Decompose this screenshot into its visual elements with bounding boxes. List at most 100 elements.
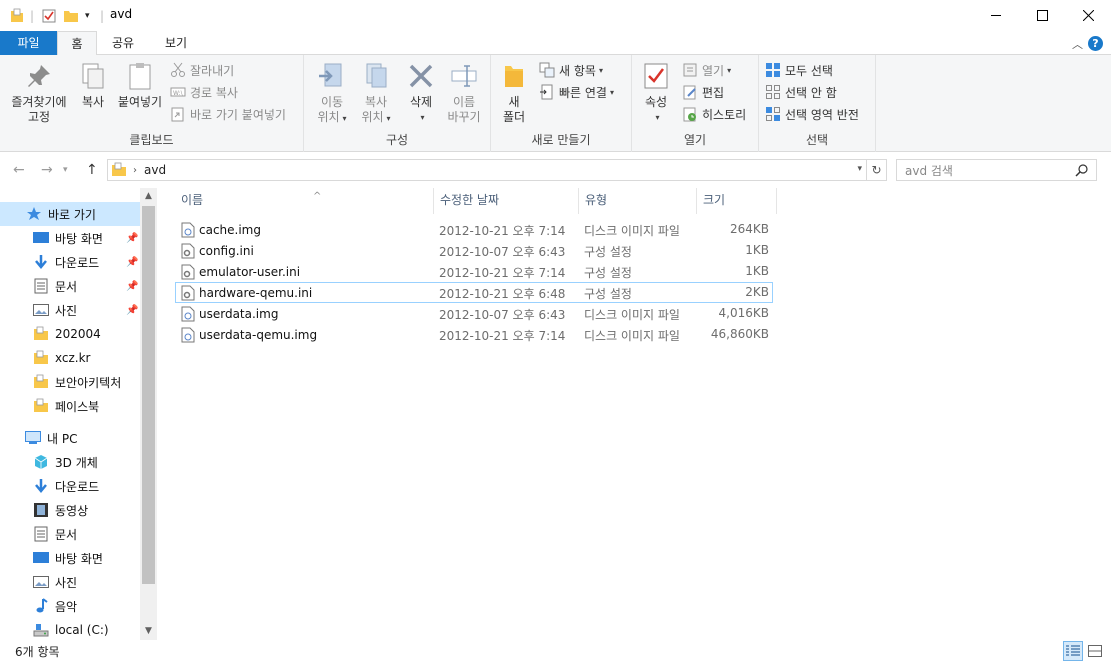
back-arrow-icon[interactable]: ← [13,162,25,178]
nav-pc-music[interactable]: 음악 [0,594,140,618]
desktop-icon [33,552,49,563]
nav-pc-documents[interactable]: 문서 [0,522,140,546]
properties-label: 속성 [644,95,668,109]
close-button[interactable] [1065,0,1111,31]
copy-to-chevron-down-icon: ▾ [386,114,391,123]
nav-quick-folder-facebook[interactable]: 페이스북 [0,394,140,418]
nav-pc-desktop[interactable]: 바탕 화면 [0,546,140,570]
copy-path-button[interactable]: W:\ 경로 복사 [170,82,238,102]
column-header-modified[interactable]: 수정한 날짜 [434,188,579,214]
new-folder-button[interactable]: 새 폴더 [497,61,531,125]
move-to-chevron-down-icon: ▾ [342,114,347,123]
file-row[interactable]: cache.img 2012-10-21 오후 7:14 디스크 이미지 파일 … [175,219,773,240]
file-size: 1KB [745,264,769,278]
nav-scrollbar[interactable]: ▲ ▼ [140,188,157,640]
tab-share[interactable]: 공유 [103,31,143,55]
column-header-name[interactable]: ^ 이름 [175,188,434,214]
collapse-ribbon-chevron-icon[interactable]: ︿ [1072,36,1083,52]
new-folder-quick-icon[interactable] [63,7,79,25]
delete-button[interactable]: 삭제 ▾ [402,61,440,125]
nav-pc-videos[interactable]: 동영상 [0,498,140,522]
file-row[interactable]: config.ini 2012-10-07 오후 6:43 구성 설정 1KB [175,240,773,261]
properties-quick-icon[interactable] [41,7,57,25]
paste-shortcut-button[interactable]: 바로 가기 붙여넣기 [170,104,286,124]
customize-qa-chevron-icon[interactable]: ▾ [85,7,90,25]
column-header-modified-label: 수정한 날짜 [440,193,500,207]
nav-pc-3d-objects[interactable]: 3D 개체 [0,450,140,474]
select-none-button[interactable]: 선택 안 함 [765,82,837,102]
search-input[interactable]: avd 검색 [896,159,1097,181]
paste-button[interactable]: 붙여넣기 [113,61,167,110]
folder-icon [34,398,48,412]
history-icon [683,107,696,122]
nav-quick-folder-xcz[interactable]: xcz.kr [0,346,140,370]
open-button[interactable]: 열기 ▾ [682,60,731,80]
address-bar[interactable]: › avd ▾ [107,159,867,181]
history-button[interactable]: 히스토리 [682,104,746,124]
cut-button[interactable]: 잘라내기 [170,60,234,80]
rename-button[interactable]: 이름 바꾸기 [442,61,486,125]
tab-view[interactable]: 보기 [156,31,196,55]
nav-quick-pictures-label: 사진 [55,303,78,318]
file-row[interactable]: userdata-qemu.img 2012-10-21 오후 7:14 디스크… [175,324,773,345]
maximize-button[interactable] [1019,0,1065,31]
details-view-button[interactable] [1063,641,1083,661]
scroll-up-arrow-icon[interactable]: ▲ [140,188,157,205]
nav-pc-videos-label: 동영상 [55,503,89,518]
file-size: 2KB [745,285,769,299]
nav-quick-desktop[interactable]: 바탕 화면 📌 [0,226,140,250]
breadcrumb-current[interactable]: avd [144,163,166,177]
nav-quick-pictures[interactable]: 사진 📌 [0,298,140,322]
edit-button[interactable]: 편집 [682,82,724,102]
up-arrow-icon[interactable]: ↑ [86,162,98,178]
copy-to-button[interactable]: 복사 위치 ▾ [354,61,398,126]
nav-quick-documents[interactable]: 문서 📌 [0,274,140,298]
nav-pc-pictures[interactable]: 사진 [0,570,140,594]
nav-quick-access[interactable]: 바로 가기 [0,202,140,226]
title-bar: | ▾ | avd [0,0,1111,31]
file-row-focused[interactable]: hardware-qemu.ini 2012-10-21 오후 6:48 구성 … [175,282,773,303]
edit-label: 편집 [702,85,725,100]
file-row[interactable]: emulator-user.ini 2012-10-21 오후 7:14 구성 … [175,261,773,282]
folder-icon [34,350,48,364]
tab-file[interactable]: 파일 [0,31,57,55]
pin-to-quick-access-button[interactable]: 즐겨찾기에 고정 [4,61,74,125]
copy-path-icon: W:\ [170,87,186,97]
large-icons-view-button[interactable] [1085,641,1105,661]
status-bar: 6개 항목 [0,640,1111,663]
scroll-down-arrow-icon[interactable]: ▼ [140,623,157,640]
breadcrumb-chevron-icon[interactable]: › [133,165,137,176]
invert-selection-button[interactable]: 선택 영역 반전 [765,104,859,124]
pin-icon: 📌 [126,280,139,292]
document-icon [34,278,48,294]
nav-quick-downloads[interactable]: 다운로드 📌 [0,250,140,274]
file-name: cache.img [199,223,261,237]
nav-quick-folder-security[interactable]: 보안아키텍처 [0,370,140,394]
recent-locations-chevron-icon[interactable]: ▾ [63,165,68,175]
easy-access-button[interactable]: 빠른 연결 ▾ [539,82,614,102]
move-to-button[interactable]: 이동 위치 ▾ [310,61,354,126]
copy-button[interactable]: 복사 [75,61,111,110]
new-folder-icon [505,66,523,87]
nav-pc-downloads[interactable]: 다운로드 [0,474,140,498]
refresh-button[interactable]: ↻ [867,159,887,181]
address-history-chevron-down-icon[interactable]: ▾ [857,164,862,174]
column-header-size[interactable]: 크기 [697,188,777,214]
rename-label-line2: 바꾸기 [447,110,481,124]
nav-pc-drive-c[interactable]: local (C:) [0,618,140,640]
forward-arrow-icon[interactable]: → [41,162,53,178]
minimize-button[interactable] [973,0,1019,31]
new-item-button[interactable]: 새 항목 ▾ [539,60,603,80]
help-icon[interactable]: ? [1088,36,1103,51]
nav-pc-downloads-label: 다운로드 [55,479,100,494]
nav-this-pc[interactable]: 내 PC [0,426,140,450]
column-header-type[interactable]: 유형 [579,188,697,214]
nav-scroll-thumb[interactable] [142,206,155,584]
nav-quick-folder-202004[interactable]: 202004 [0,322,140,346]
new-group: 새 폴더 새 항목 ▾ 빠른 연결 ▾ 새로 만들기 [491,55,632,152]
select-all-button[interactable]: 모두 선택 [765,60,833,80]
properties-button[interactable]: 속성 ▾ [638,61,674,125]
tab-home[interactable]: 홈 [57,31,97,56]
file-row[interactable]: userdata.img 2012-10-07 오후 6:43 디스크 이미지 … [175,303,773,324]
move-to-label-line1: 이동 [320,95,344,109]
